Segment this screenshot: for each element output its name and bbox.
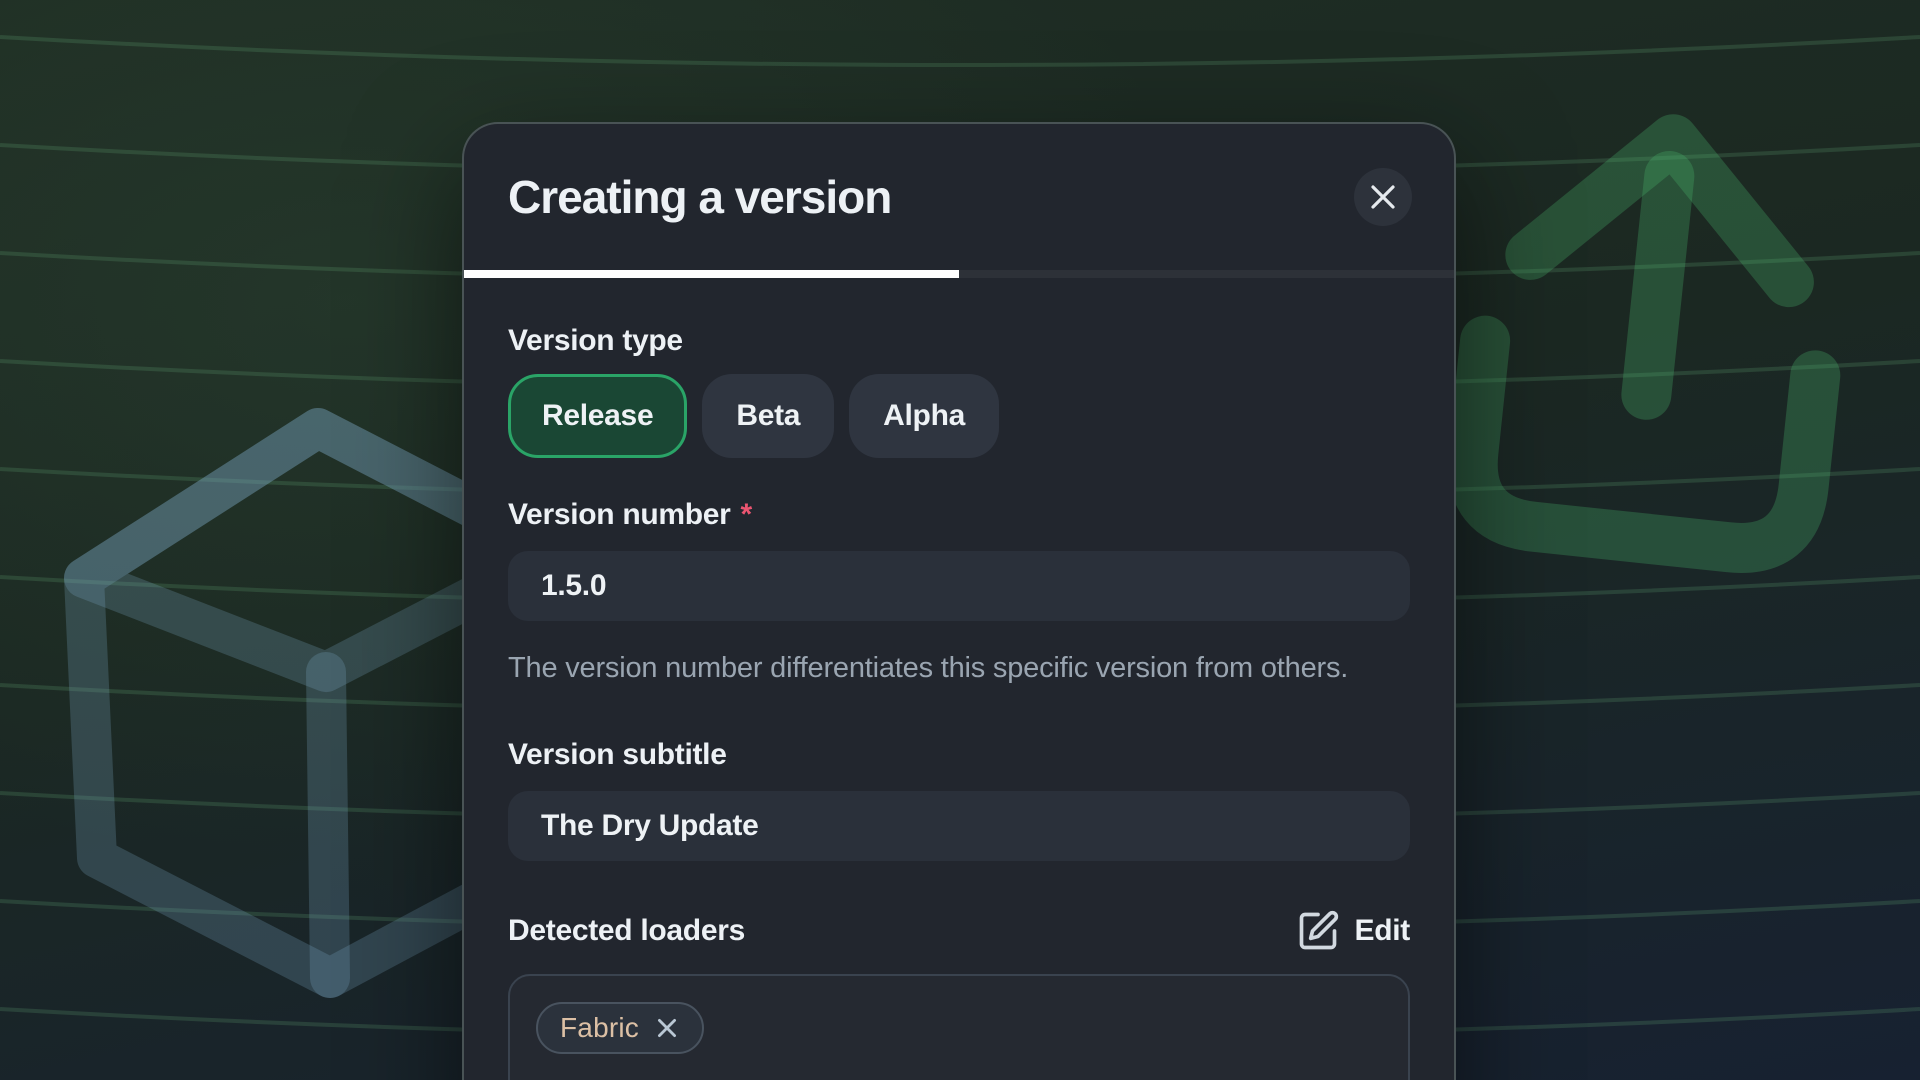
version-number-label: Version number * (508, 498, 1410, 532)
edit-loaders-button[interactable]: Edit (1296, 909, 1410, 953)
create-version-modal: Creating a version Version type Release … (462, 122, 1456, 1080)
edit-label: Edit (1355, 914, 1410, 948)
version-type-options: Release Beta Alpha (508, 374, 1410, 458)
close-icon (1370, 184, 1396, 210)
upload-arrow-icon (1466, 122, 1838, 555)
remove-x-icon (654, 1015, 680, 1041)
version-type-beta-button[interactable]: Beta (702, 374, 834, 458)
remove-loader-button[interactable] (654, 1015, 680, 1041)
detected-loaders-row: Detected loaders Edit (508, 909, 1410, 953)
version-subtitle-input[interactable] (508, 791, 1410, 861)
progress-fill (464, 270, 959, 278)
modal-title: Creating a version (508, 170, 891, 224)
modal-body: Version type Release Beta Alpha Version … (464, 278, 1454, 1080)
edit-pencil-icon (1296, 909, 1340, 953)
version-number-help: The version number differentiates this s… (508, 650, 1410, 686)
progress-track (464, 270, 1454, 278)
detected-loaders-label: Detected loaders (508, 914, 745, 948)
close-button[interactable] (1354, 168, 1412, 226)
page-background: Creating a version Version type Release … (0, 0, 1920, 1080)
required-asterisk: * (741, 498, 752, 532)
version-type-alpha-button[interactable]: Alpha (849, 374, 999, 458)
version-subtitle-label: Version subtitle (508, 738, 1410, 772)
version-type-release-button[interactable]: Release (508, 374, 687, 458)
loader-chip-fabric: Fabric (536, 1002, 704, 1054)
version-number-input[interactable] (508, 551, 1410, 621)
modal-header: Creating a version (464, 124, 1454, 270)
detected-loaders-box: Fabric (508, 974, 1410, 1080)
version-type-label: Version type (508, 324, 1410, 358)
loader-chip-label: Fabric (560, 1012, 639, 1044)
